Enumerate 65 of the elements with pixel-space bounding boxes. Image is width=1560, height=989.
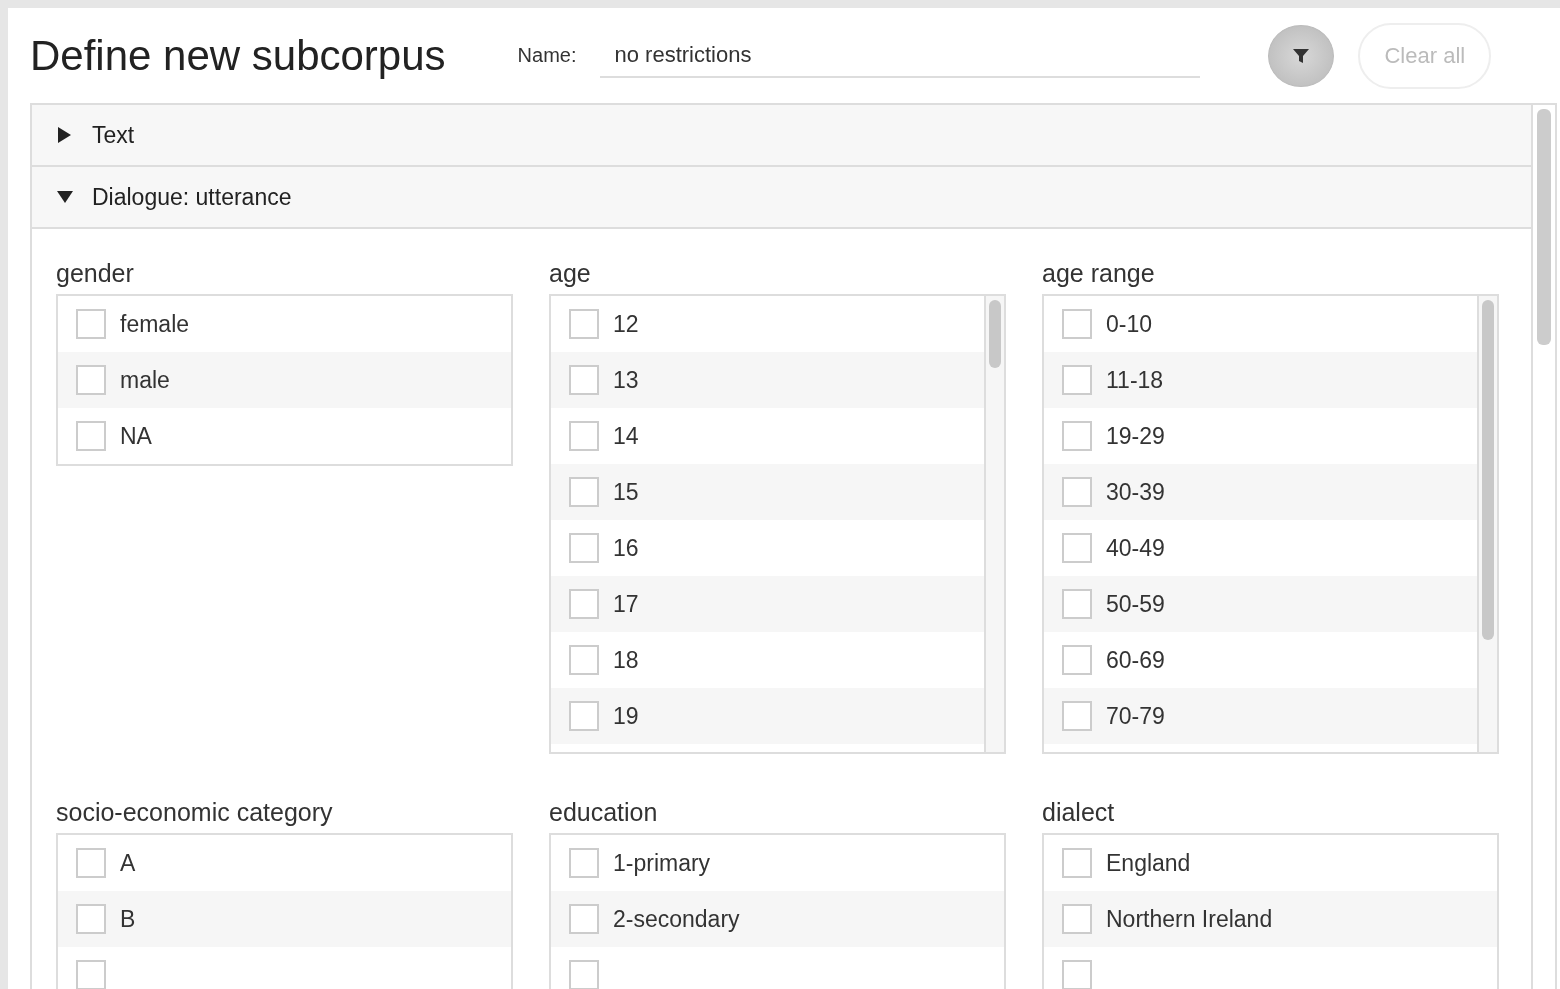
group-label: age range — [1042, 259, 1156, 288]
option-label: 30-39 — [1106, 478, 1165, 506]
checkbox[interactable] — [1062, 365, 1092, 395]
checkbox[interactable] — [569, 848, 599, 878]
option-label: 1-primary — [613, 849, 711, 877]
checkbox[interactable] — [569, 421, 599, 451]
group-label: dialect — [1042, 798, 1116, 827]
checkbox[interactable] — [76, 848, 106, 878]
option-label: England — [1106, 849, 1191, 877]
checkbox[interactable] — [569, 645, 599, 675]
option-label: 16 — [613, 534, 639, 562]
checkbox[interactable] — [1062, 421, 1092, 451]
checkbox[interactable] — [569, 904, 599, 934]
checkbox[interactable] — [1062, 589, 1092, 619]
checkbox[interactable] — [1062, 309, 1092, 339]
option-label: NA — [120, 422, 152, 450]
checkbox[interactable] — [1062, 477, 1092, 507]
option-label: 12 — [613, 310, 639, 338]
option-label: 17 — [613, 590, 639, 618]
option-label: 15 — [613, 478, 639, 506]
checkbox[interactable] — [1062, 645, 1092, 675]
option-label: 2-secondary — [613, 905, 740, 933]
option-label: female — [120, 310, 190, 338]
option-label: 0-10 — [1106, 310, 1153, 338]
checkbox[interactable] — [569, 365, 599, 395]
option-label: male — [120, 366, 170, 394]
checkbox[interactable] — [76, 421, 106, 451]
group-label: socio-economic category — [56, 798, 334, 827]
section-header[interactable]: Dialogue: utterance — [32, 167, 1531, 229]
name-label: Name: — [517, 44, 577, 67]
checkbox[interactable] — [569, 477, 599, 507]
checkbox[interactable] — [569, 960, 599, 989]
checkbox[interactable] — [1062, 904, 1092, 934]
group-label: age — [549, 259, 592, 288]
checkbox[interactable] — [76, 960, 106, 989]
checkbox[interactable] — [76, 904, 106, 934]
option-label: A — [120, 849, 136, 877]
option-label: 40-49 — [1106, 534, 1165, 562]
scrollbar[interactable] — [1477, 296, 1497, 752]
option-label: 60-69 — [1106, 646, 1165, 674]
checkbox[interactable] — [569, 309, 599, 339]
checkbox[interactable] — [1062, 533, 1092, 563]
option-label: 11-18 — [1106, 366, 1164, 394]
checkbox[interactable] — [1062, 960, 1092, 989]
checkbox[interactable] — [569, 701, 599, 731]
checkbox[interactable] — [569, 589, 599, 619]
checkbox[interactable] — [569, 533, 599, 563]
option-label: B — [120, 905, 136, 933]
group-label: gender — [56, 259, 135, 288]
checkbox[interactable] — [1062, 848, 1092, 878]
checkbox[interactable] — [76, 309, 106, 339]
option-label: 13 — [613, 366, 639, 394]
option-label: 19-29 — [1106, 422, 1165, 450]
section-header[interactable]: Text — [32, 105, 1531, 167]
checkbox[interactable] — [1062, 701, 1092, 731]
checkbox[interactable] — [76, 365, 106, 395]
option-label: 19 — [613, 702, 639, 730]
option-label: 50-59 — [1106, 590, 1165, 618]
group-label: education — [549, 798, 659, 827]
option-label: 70-79 — [1106, 702, 1165, 730]
dialog-title: Define new subcorpus — [30, 31, 446, 80]
option-label: 14 — [613, 422, 639, 450]
scrollbar[interactable] — [984, 296, 1004, 752]
option-label: Northern Ireland — [1106, 905, 1273, 933]
option-label: 18 — [613, 646, 639, 674]
